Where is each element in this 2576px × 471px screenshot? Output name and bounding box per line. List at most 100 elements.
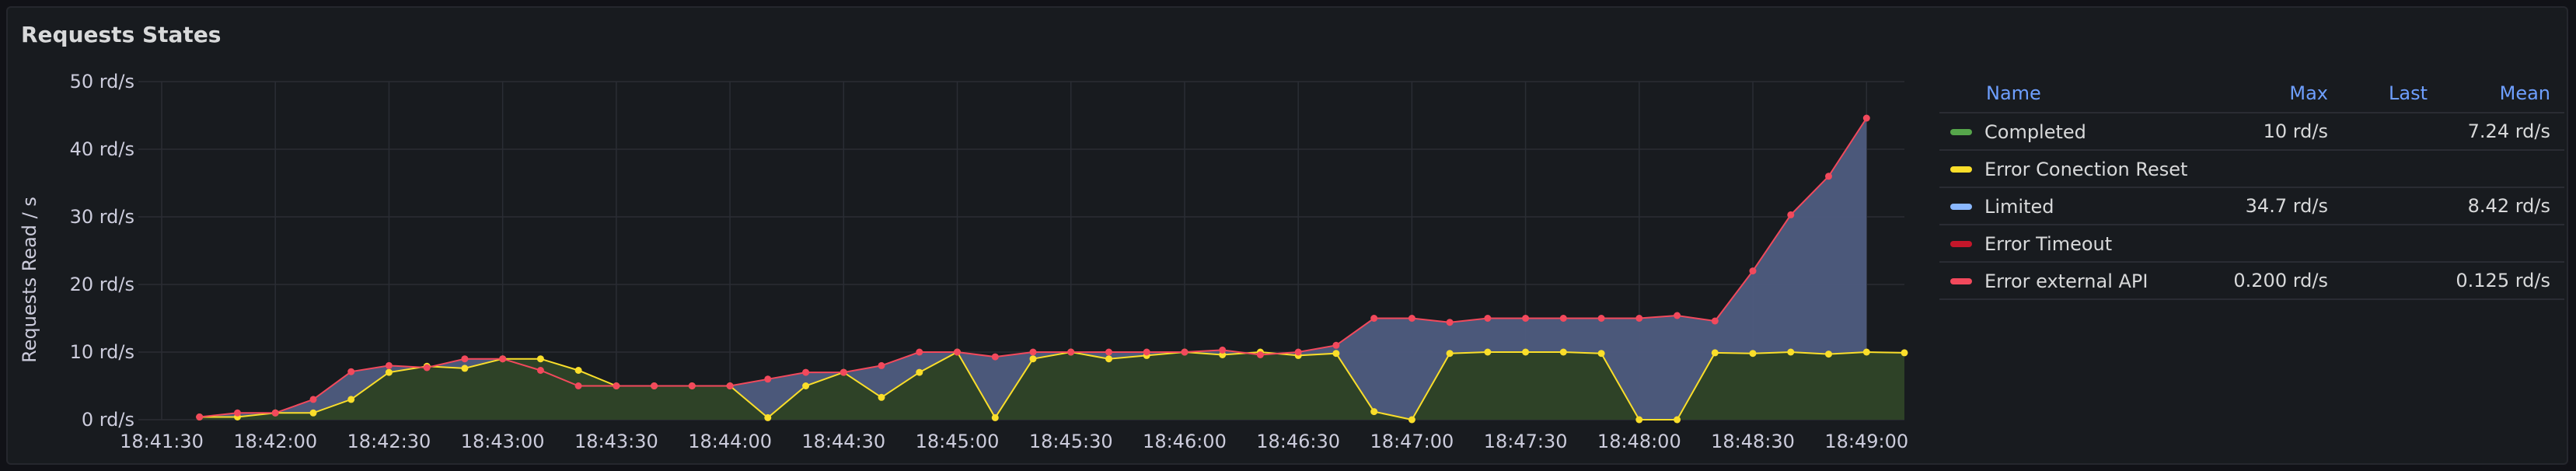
legend-last-value <box>2342 150 2442 188</box>
legend-series-name-cell[interactable]: Limited <box>1939 187 2211 225</box>
legend-row[interactable]: Limited 34.7 rd/s 8.42 rd/s <box>1939 187 2564 225</box>
legend-series-name: Completed <box>1984 120 2086 143</box>
error-connection-reset-point <box>309 409 317 417</box>
legend-color-swatch-icon <box>1950 240 1972 247</box>
legend-series-name: Error Conection Reset <box>1984 158 2188 180</box>
legend-series-name: Error Timeout <box>1984 232 2113 255</box>
error-connection-reset-point <box>1825 351 1832 358</box>
error-external-api-point <box>234 409 241 417</box>
error-external-api-point <box>1332 341 1340 349</box>
x-tick-label: 18:42:00 <box>233 431 317 452</box>
error-external-api-point <box>271 409 279 417</box>
error-external-api-point <box>839 368 847 376</box>
error-connection-reset-point <box>1105 355 1112 363</box>
error-connection-reset-point <box>1332 350 1340 358</box>
y-tick-label: 10 rd/s <box>70 341 134 363</box>
legend-series-name: Error external API <box>1984 270 2148 292</box>
error-connection-reset-point <box>347 396 355 403</box>
error-external-api-point <box>1370 315 1378 322</box>
legend-max-value <box>2211 225 2342 263</box>
time-series-chart[interactable]: 0 rd/s 10 rd/s 20 rd/s 30 rd/s 40 rd/s 50 rd/… <box>8 8 1928 466</box>
error-external-api-point <box>1484 315 1492 322</box>
error-connection-reset-point <box>1446 350 1454 358</box>
legend-color-swatch-icon <box>1950 166 1972 173</box>
legend-row[interactable]: Error Timeout <box>1939 225 2564 263</box>
error-external-api-point <box>1105 348 1112 356</box>
legend-last-value <box>2342 262 2442 300</box>
x-tick-label: 18:46:00 <box>1143 431 1227 452</box>
error-connection-reset-point <box>1711 349 1719 357</box>
error-external-api-point <box>1256 351 1264 358</box>
legend-header-mean[interactable]: Mean <box>2442 75 2564 113</box>
error-connection-reset-point <box>1674 416 1681 424</box>
error-external-api-point <box>688 382 696 389</box>
error-connection-reset-point <box>1597 350 1605 358</box>
legend-series-name-cell[interactable]: Completed <box>1939 113 2211 151</box>
legend-row[interactable]: Error Conection Reset <box>1939 150 2564 188</box>
legend-row[interactable]: Completed 10 rd/s 7.24 rd/s <box>1939 113 2564 151</box>
error-external-api-point <box>1522 315 1530 322</box>
legend-max-value: 34.7 rd/s <box>2211 187 2342 225</box>
x-tick-label: 18:46:30 <box>1256 431 1340 452</box>
error-external-api-point <box>1029 348 1037 356</box>
error-external-api-point <box>954 348 961 356</box>
legend-series-name-cell[interactable]: Error external API <box>1939 262 2211 300</box>
error-external-api-point <box>499 355 507 363</box>
error-connection-reset-point <box>1029 355 1037 363</box>
error-external-api-point <box>651 382 658 389</box>
legend-mean-value: 8.42 rd/s <box>2442 187 2564 225</box>
error-external-api-point <box>916 348 923 356</box>
legend-mean-value: 0.125 rd/s <box>2442 262 2564 300</box>
legend-table: Name Max Last Mean Completed 10 rd/s 7.24 … <box>1939 75 2564 300</box>
requests-states-panel: Requests States 0 rd/s 10 rd/s 20 rd/s 30 r… <box>6 6 2568 465</box>
x-tick-label: 18:48:30 <box>1711 431 1795 452</box>
error-external-api-point <box>461 355 469 363</box>
legend-max-value: 0.200 rd/s <box>2211 262 2342 300</box>
error-external-api-point <box>1862 114 1870 122</box>
error-external-api-point <box>1749 267 1757 275</box>
legend-series-name: Limited <box>1984 195 2054 218</box>
error-external-api-point <box>309 396 317 403</box>
legend-last-value <box>2342 225 2442 263</box>
x-tick-label: 18:44:00 <box>688 431 772 452</box>
x-tick-label: 18:44:30 <box>801 431 885 452</box>
error-external-api-point <box>991 353 999 361</box>
error-connection-reset-point <box>764 413 772 421</box>
x-tick-label: 18:42:30 <box>347 431 431 452</box>
legend-series-name-cell[interactable]: Error Timeout <box>1939 225 2211 263</box>
legend-header-name[interactable]: Name <box>1939 75 2211 113</box>
error-external-api-point <box>1446 319 1454 326</box>
error-connection-reset-point <box>1787 348 1795 356</box>
error-external-api-point <box>878 361 885 369</box>
error-connection-reset-point <box>1522 348 1530 356</box>
error-external-api-point <box>574 382 582 389</box>
error-external-api-point <box>802 368 810 376</box>
error-connection-reset-point <box>1901 349 1908 357</box>
y-tick-label: 0 rd/s <box>82 409 134 431</box>
error-external-api-point <box>1294 348 1302 356</box>
legend-mean-value <box>2442 150 2564 188</box>
error-external-api-point <box>385 361 393 369</box>
error-external-api-point <box>1143 348 1150 356</box>
error-external-api-point <box>726 382 734 389</box>
chart-areas <box>199 118 1905 420</box>
legend-row[interactable]: Error external API 0.200 rd/s 0.125 rd/s <box>1939 262 2564 300</box>
legend-header-last[interactable]: Last <box>2342 75 2442 113</box>
legend-mean-value <box>2442 225 2564 263</box>
legend-mean-value: 7.24 rd/s <box>2442 113 2564 151</box>
error-connection-reset-point <box>461 365 469 372</box>
legend-header-max[interactable]: Max <box>2211 75 2342 113</box>
error-external-api-point <box>1181 348 1189 356</box>
error-connection-reset-point <box>802 382 810 389</box>
error-external-api-point <box>196 413 204 420</box>
y-tick-label: 20 rd/s <box>70 274 134 295</box>
error-connection-reset-point <box>574 367 582 374</box>
error-connection-reset-point <box>1635 416 1643 424</box>
legend-series-name-cell[interactable]: Error Conection Reset <box>1939 150 2211 188</box>
error-external-api-point <box>423 364 431 372</box>
x-tick-label: 18:45:00 <box>916 431 1000 452</box>
error-external-api-point <box>1067 348 1075 356</box>
y-tick-label: 30 rd/s <box>70 206 134 228</box>
x-tick-label: 18:45:30 <box>1029 431 1113 452</box>
error-connection-reset-point <box>1749 350 1757 358</box>
